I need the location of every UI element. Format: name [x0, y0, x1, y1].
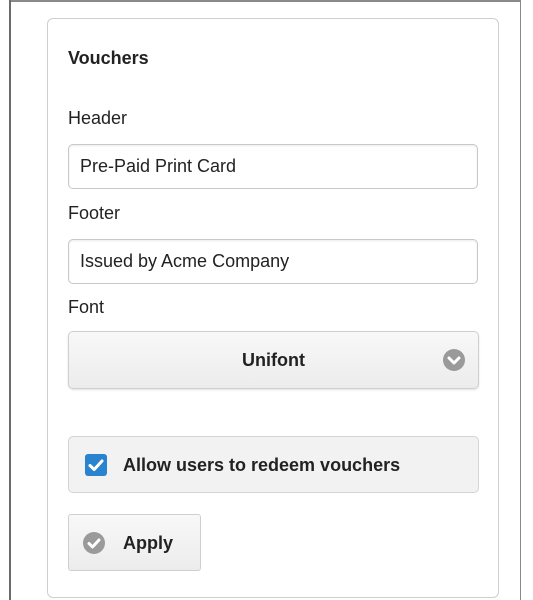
font-select[interactable]: Unifont: [68, 331, 479, 389]
section-title: Vouchers: [68, 48, 149, 68]
window-right-border: [520, 0, 521, 600]
apply-button[interactable]: Apply: [68, 514, 201, 571]
header-label: Header: [68, 108, 128, 128]
window-frame: Vouchers Header Footer Font Unifont Allo…: [0, 0, 533, 600]
window-left-border: [9, 0, 11, 600]
check-circle-icon: [83, 532, 105, 554]
window-top-border: [9, 0, 521, 2]
apply-button-label: Apply: [123, 533, 174, 553]
footer-input[interactable]: [68, 239, 478, 284]
footer-label: Footer: [68, 203, 121, 223]
header-input[interactable]: [68, 144, 478, 189]
checkmark-icon: [88, 459, 104, 471]
chevron-down-icon: [443, 349, 465, 371]
redeem-vouchers-checkbox[interactable]: [85, 454, 107, 476]
vouchers-panel: [47, 18, 499, 598]
redeem-vouchers-label: Allow users to redeem vouchers: [123, 455, 401, 475]
font-label: Font: [68, 297, 105, 317]
redeem-vouchers-option[interactable]: Allow users to redeem vouchers: [68, 436, 479, 493]
font-select-value: Unifont: [242, 350, 305, 370]
